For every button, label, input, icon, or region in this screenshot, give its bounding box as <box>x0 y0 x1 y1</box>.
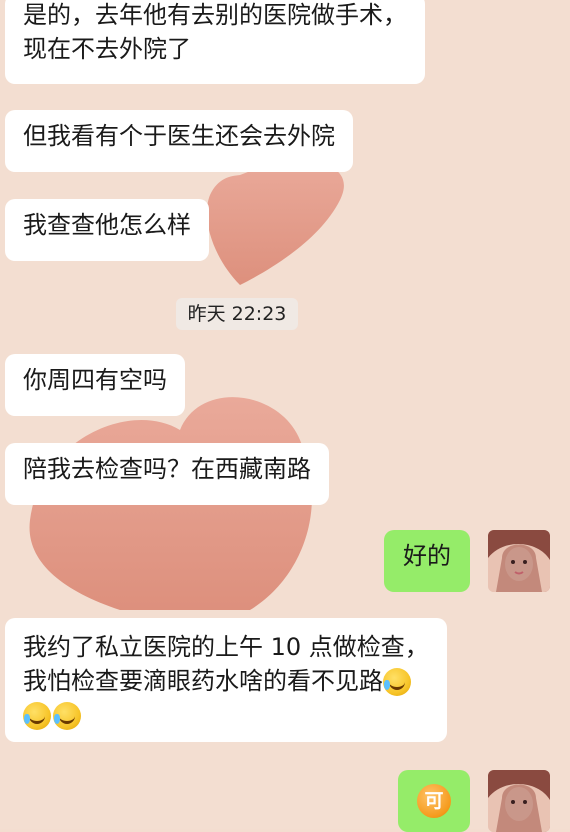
ke-emoji-icon: 可 <box>417 784 451 818</box>
message-bubble-1[interactable]: 是的，去年他有去别的医院做手术， 现在不去外院了 <box>5 0 425 84</box>
user-avatar[interactable] <box>488 530 550 592</box>
message-text: 我约了私立医院的上午 10 点做检查， <box>23 633 429 661</box>
message-bubble-6[interactable]: 好的 <box>384 530 470 592</box>
message-text: 陪我去检查吗？在西藏南路 <box>23 455 311 483</box>
user-avatar[interactable] <box>488 770 550 832</box>
emoji-row <box>23 698 429 732</box>
message-bubble-3[interactable]: 我查查他怎么样 <box>5 199 209 261</box>
laughing-crying-emoji-icon <box>23 702 51 730</box>
laughing-crying-emoji-icon <box>53 702 81 730</box>
message-bubble-2[interactable]: 但我看有个于医生还会去外院 <box>5 110 353 172</box>
message-text: 是的，去年他有去别的医院做手术， <box>23 1 407 29</box>
avatar-image <box>488 530 550 592</box>
timestamp: 昨天 22:23 <box>176 298 298 330</box>
message-text: 我查查他怎么样 <box>23 211 191 239</box>
message-bubble-8[interactable]: 可 <box>398 770 470 832</box>
laughing-crying-emoji-icon <box>383 668 411 696</box>
message-text: 现在不去外院了 <box>23 35 191 63</box>
message-bubble-4[interactable]: 你周四有空吗 <box>5 354 185 416</box>
message-text: 你周四有空吗 <box>23 366 167 394</box>
avatar-image <box>488 770 550 832</box>
message-text: 但我看有个于医生还会去外院 <box>23 122 335 150</box>
message-bubble-5[interactable]: 陪我去检查吗？在西藏南路 <box>5 443 329 505</box>
message-text: 好的 <box>403 542 451 570</box>
message-text: 我怕检查要滴眼药水啥的看不见路 <box>23 664 429 698</box>
message-bubble-7[interactable]: 我约了私立医院的上午 10 点做检查， 我怕检查要滴眼药水啥的看不见路 <box>5 618 447 742</box>
